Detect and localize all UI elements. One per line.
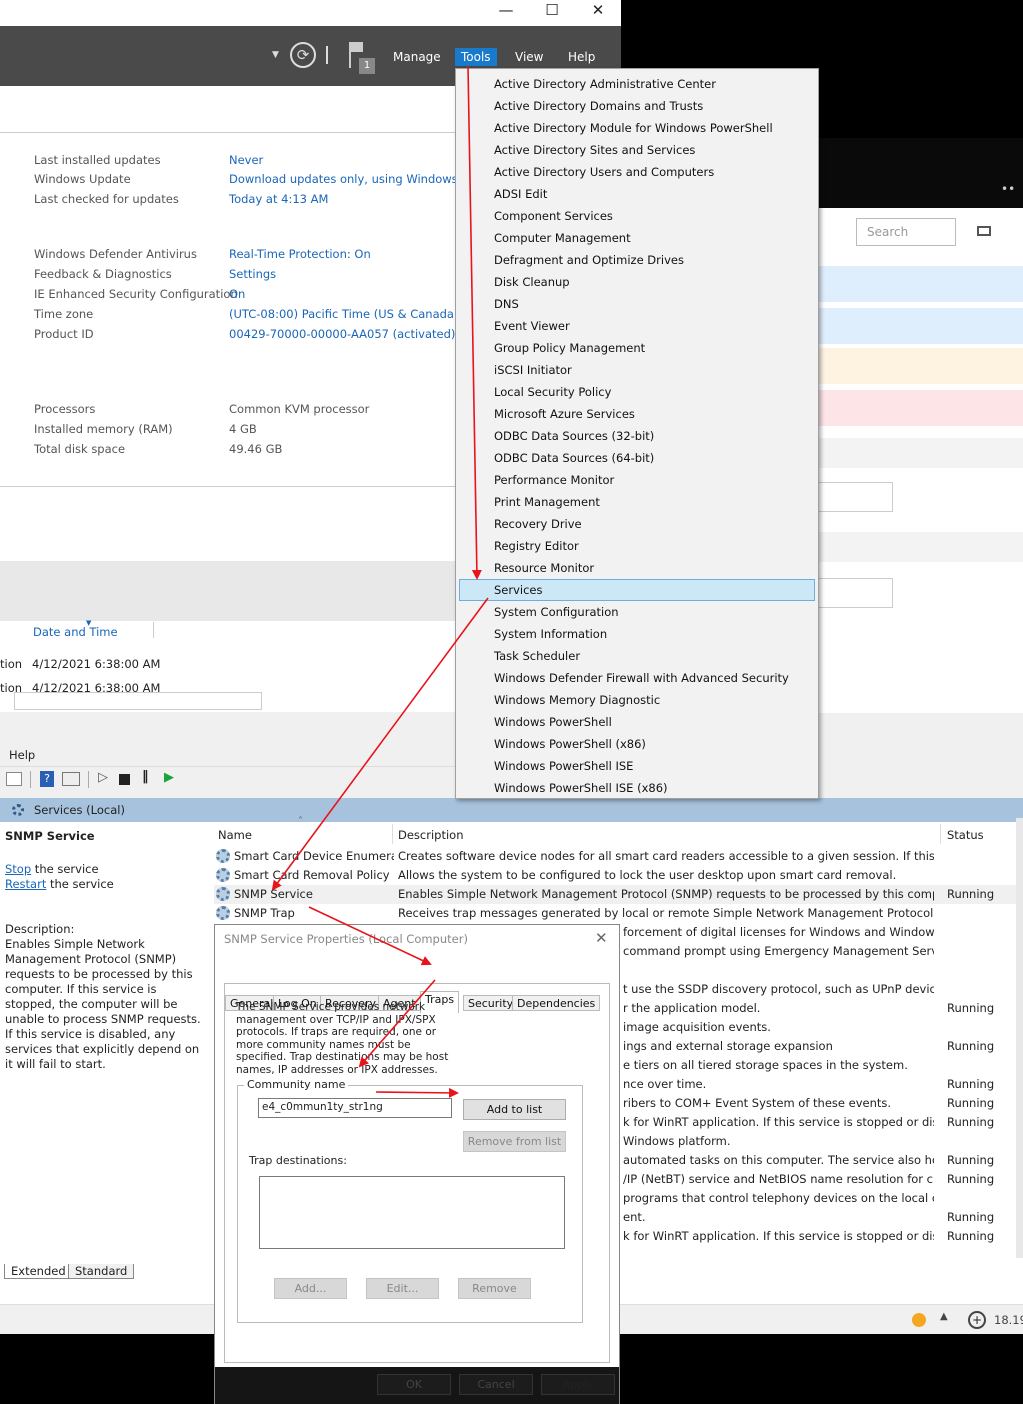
arrow-traps-to-community	[358, 979, 436, 1068]
arrow-community-to-add	[375, 1087, 459, 1098]
arrow-tools-to-services	[467, 65, 482, 580]
arrow-snmp-to-traps	[308, 906, 432, 966]
arrow-services-to-snmp	[271, 597, 489, 891]
annotation-arrows	[271, 65, 489, 1098]
